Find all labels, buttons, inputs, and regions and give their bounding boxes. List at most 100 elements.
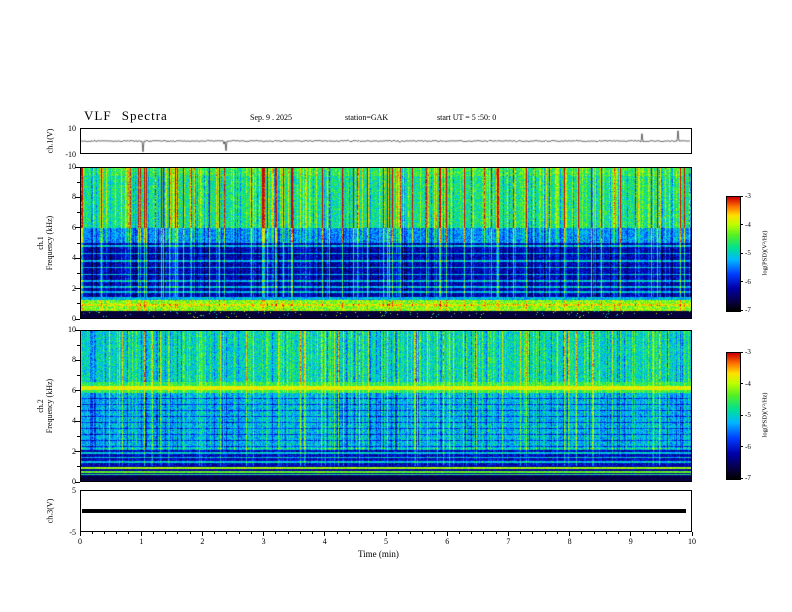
x-minor-tick-mark [471,532,473,534]
x-minor-tick-mark [556,532,558,534]
y-minor-tick-mark [77,405,80,407]
colorbar-ch1-canvas [727,197,740,311]
x-tick-mark [79,532,81,536]
x-minor-tick-mark [287,532,289,534]
header-start-ut: start UT = 5 :50: 0 [437,113,497,122]
ch3-voltage-ymax: 5 [72,486,76,495]
x-minor-tick-mark [152,532,154,534]
x-minor-tick-mark [532,532,534,534]
y-minor-tick-mark [77,272,80,274]
x-minor-tick-mark [165,532,167,534]
x-minor-tick-mark [544,532,546,534]
y-minor-tick-mark [77,212,80,214]
time-axis-label: Time (min) [358,549,399,559]
ch1-voltage-panel [80,128,692,154]
x-minor-tick-mark [226,532,228,534]
x-minor-tick-mark [458,532,460,534]
x-tick-label: 4 [322,537,327,546]
x-tick-label: 5 [384,537,388,546]
x-minor-tick-mark [189,532,191,534]
x-tick-label: 3 [261,537,266,546]
ch3-flat-trace [82,509,686,513]
colorbar-tick-label: -5 [745,249,751,257]
x-minor-tick-mark [128,532,130,534]
ch1-spectrogram-canvas [81,168,691,318]
header-date: Sep. 9 . 2025 [250,113,292,122]
colorbar-ch1-label: log(PSD)(V²/Hz) [761,230,769,276]
x-minor-tick-mark [312,532,314,534]
colorbar-tick-mark [740,195,743,197]
x-minor-tick-mark [116,532,118,534]
colorbar-ch2-label: log(PSD)(V²/Hz) [761,392,769,438]
y-minor-tick-mark [77,181,80,183]
x-tick-label: 0 [78,537,82,546]
colorbar-ch2 [726,352,741,480]
colorbar-tick-label: -6 [745,442,751,451]
colorbar-tick-mark [740,309,743,311]
x-minor-tick-mark [434,532,436,534]
colorbar-tick-label: -3 [745,348,751,356]
x-minor-tick-mark [654,532,656,534]
y-minor-tick-mark [77,435,80,437]
y-tick-label: 0 [72,314,76,323]
vlf-spectra-figure: VLF Spectra Sep. 9 . 2025 station=GAK st… [0,0,792,612]
x-tick-mark [140,532,142,536]
x-tick-mark [324,532,326,536]
colorbar-tick-label: -6 [745,277,751,286]
x-tick-label: 2 [200,537,205,546]
y-minor-tick-mark [77,303,80,305]
y-tick-label: 6 [72,222,76,232]
colorbar-tick-label: -4 [745,379,751,388]
y-tick-label: 2 [72,446,76,456]
colorbar-tick-mark [740,414,743,416]
x-minor-tick-mark [495,532,497,534]
y-tick-label: 10 [68,325,76,334]
ch1-waveform-canvas [81,129,691,153]
colorbar-tick-label: -4 [745,220,751,229]
y-minor-tick-mark [77,375,80,377]
x-minor-tick-mark [605,532,607,534]
y-minor-tick-mark [77,466,80,468]
x-tick-mark [630,532,632,536]
x-minor-tick-mark [250,532,252,534]
x-minor-tick-mark [348,532,350,534]
y-tick-label: 4 [72,253,76,263]
x-minor-tick-mark [581,532,583,534]
x-minor-tick-mark [177,532,179,534]
ch3-voltage-ymin: -5 [69,528,76,537]
colorbar-tick-mark [740,224,743,225]
x-minor-tick-mark [299,532,301,534]
colorbar-tick-mark [740,477,743,479]
ch1-voltage-ymin: -10 [65,150,76,159]
x-minor-tick-mark [422,532,424,534]
x-tick-mark [385,532,387,536]
y-tick-label: 0 [72,477,76,486]
x-tick-mark [201,532,203,536]
x-minor-tick-mark [679,532,681,534]
x-minor-tick-mark [520,532,522,534]
x-minor-tick-mark [361,532,363,534]
x-minor-tick-mark [91,532,93,534]
ch3-voltage-axis-label: ch.3(V) [45,498,55,524]
colorbar-ch1 [726,196,741,312]
colorbar-tick-label: -3 [745,192,751,200]
x-minor-tick-mark [667,532,669,534]
colorbar-tick-label: -5 [745,411,751,419]
ch3-voltage-panel [80,490,692,532]
colorbar-tick-label: -7 [745,474,751,482]
x-minor-tick-mark [642,532,644,534]
x-tick-label: 7 [506,537,511,546]
ch2-spectrogram-canvas [81,331,691,481]
y-minor-tick-mark [77,242,80,244]
x-tick-label: 6 [445,537,450,546]
x-minor-tick-mark [214,532,216,534]
colorbar-tick-mark [740,383,743,384]
x-tick-mark [446,532,448,536]
ch1-label: ch.1 [35,236,45,250]
colorbar-tick-mark [740,252,743,254]
plot-title: VLF Spectra [84,108,168,123]
x-tick-label: 9 [628,537,633,546]
ch2-label: ch.2 [35,399,45,413]
y-tick-label: 8 [72,355,76,365]
x-tick-mark [263,532,265,536]
